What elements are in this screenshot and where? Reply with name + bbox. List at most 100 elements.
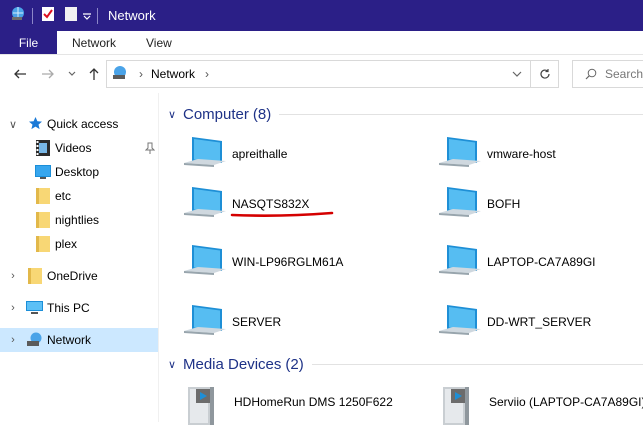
network-window-icon [10,6,26,25]
computer-icon [435,183,483,226]
refresh-button[interactable] [531,60,559,88]
group-collapse-chevron-icon[interactable]: ∨ [168,108,180,121]
nav-item-videos[interactable]: Videos [0,136,159,160]
computer-name: apreithalle [232,147,288,161]
folder-icon [36,188,50,207]
tab-file[interactable]: File [0,31,57,54]
quick-access-toolbar [0,0,104,31]
computer-item[interactable]: BOFH [435,183,635,223]
expand-chevron-icon[interactable]: ∨ [8,118,18,131]
media-server-icon [437,381,477,428]
network-icon [26,332,44,351]
chevron-down-icon [68,71,76,76]
nav-item-network[interactable]: › Network [0,328,158,352]
up-arrow-icon [89,68,99,80]
computer-item[interactable]: vmware-host [435,133,635,173]
back-arrow-icon [14,69,26,79]
computer-name: NASQTS832X [232,197,310,211]
desktop-folder-icon [35,165,51,182]
computer-item[interactable]: NASQTS832X [180,183,400,223]
breadcrumb-separator-icon[interactable]: › [205,67,209,81]
address-bar[interactable]: › Network › [106,60,531,88]
videos-folder-icon [36,140,50,159]
folder-icon [36,212,50,231]
media-device-item[interactable]: HDHomeRun DMS 1250F622 [182,381,422,425]
group-divider [279,114,643,115]
search-icon [585,68,597,80]
nav-item-etc[interactable]: etc [0,184,159,208]
red-annotation-underline [230,211,334,217]
nav-label-network: Network [47,333,92,347]
nav-item-nightlies[interactable]: nightlies [0,208,159,232]
group-title: Computer [183,106,249,123]
computer-item[interactable]: apreithalle [180,133,400,173]
nav-item-plex[interactable]: plex [0,232,159,256]
group-title: Media Devices [183,356,282,373]
group-count: (2) [285,356,304,373]
nav-label-plex: plex [55,237,78,251]
properties-icon[interactable] [41,6,55,25]
group-header-computer[interactable]: ∨ Computer (8) [168,106,643,123]
window-title: Network [108,8,156,23]
media-device-name: HDHomeRun DMS 1250F622 [234,395,393,409]
media-device-item[interactable]: Serviio (LAPTOP-CA7A89GI) [437,381,643,425]
nav-item-onedrive[interactable]: › OneDrive [0,264,159,288]
forward-arrow-icon [42,69,54,79]
nav-label-desktop: Desktop [55,165,100,179]
nav-quick-access[interactable]: ∨ Quick access [0,112,159,136]
address-history-dropdown[interactable] [512,68,522,82]
computer-icon [180,133,228,176]
back-button[interactable] [10,64,30,84]
recent-locations-button[interactable] [62,64,82,84]
group-collapse-chevron-icon[interactable]: ∨ [168,358,180,371]
computer-icon [435,241,483,284]
navigation-pane: ∨ Quick access Videos Desktop etc nightl… [0,93,159,422]
tab-view[interactable]: View [131,31,187,54]
computer-icon [435,301,483,344]
computer-icon [180,183,228,226]
customize-toolbar-chevron-icon[interactable] [83,9,91,23]
media-server-icon [182,381,222,428]
group-divider [311,364,643,365]
folder-icon [28,268,42,287]
nav-label-videos: Videos [55,141,92,155]
nav-label-etc: etc [55,189,72,203]
media-device-name: Serviio (LAPTOP-CA7A89GI) [489,395,643,409]
title-bar: Network [0,0,643,31]
computer-icon [180,301,228,344]
computer-icon [26,301,43,318]
nav-label-nightlies: nightlies [55,213,100,227]
nav-label-onedrive: OneDrive [47,269,98,283]
refresh-icon [539,69,550,79]
search-placeholder: Search [605,67,643,81]
computer-name: SERVER [232,315,282,329]
tab-network[interactable]: Network [57,31,131,54]
nav-item-desktop[interactable]: Desktop [0,160,159,184]
forward-button[interactable] [38,64,58,84]
computer-item[interactable]: LAPTOP-CA7A89GI [435,241,635,281]
computer-name: BOFH [487,197,521,211]
breadcrumb-network[interactable]: Network [151,67,195,81]
computer-name: vmware-host [487,147,556,161]
collapse-chevron-icon[interactable]: › [8,302,18,314]
content-pane: ∨ Computer (8) apreithalle vmware-host N… [160,93,643,425]
computer-item[interactable]: SERVER [180,301,400,341]
computer-icon [180,241,228,284]
nav-item-this-pc[interactable]: › This PC [0,296,159,320]
computer-item[interactable]: WIN-LP96RGLM61A [180,241,400,281]
collapse-chevron-icon[interactable]: › [8,334,18,346]
star-icon [28,116,43,134]
chevron-down-icon [512,71,522,77]
group-count: (8) [252,106,272,123]
search-input[interactable]: Search [572,60,643,88]
toolbar-separator [97,7,98,24]
new-folder-icon[interactable] [65,6,77,25]
computer-icon [435,133,483,176]
computer-item[interactable]: DD-WRT_SERVER [435,301,635,341]
group-header-media-devices[interactable]: ∨ Media Devices (2) [168,356,643,373]
pin-icon[interactable] [144,142,156,157]
up-button[interactable] [84,64,104,84]
folder-icon [36,236,50,255]
collapse-chevron-icon[interactable]: › [8,270,18,282]
breadcrumb-separator-icon[interactable]: › [139,67,143,81]
